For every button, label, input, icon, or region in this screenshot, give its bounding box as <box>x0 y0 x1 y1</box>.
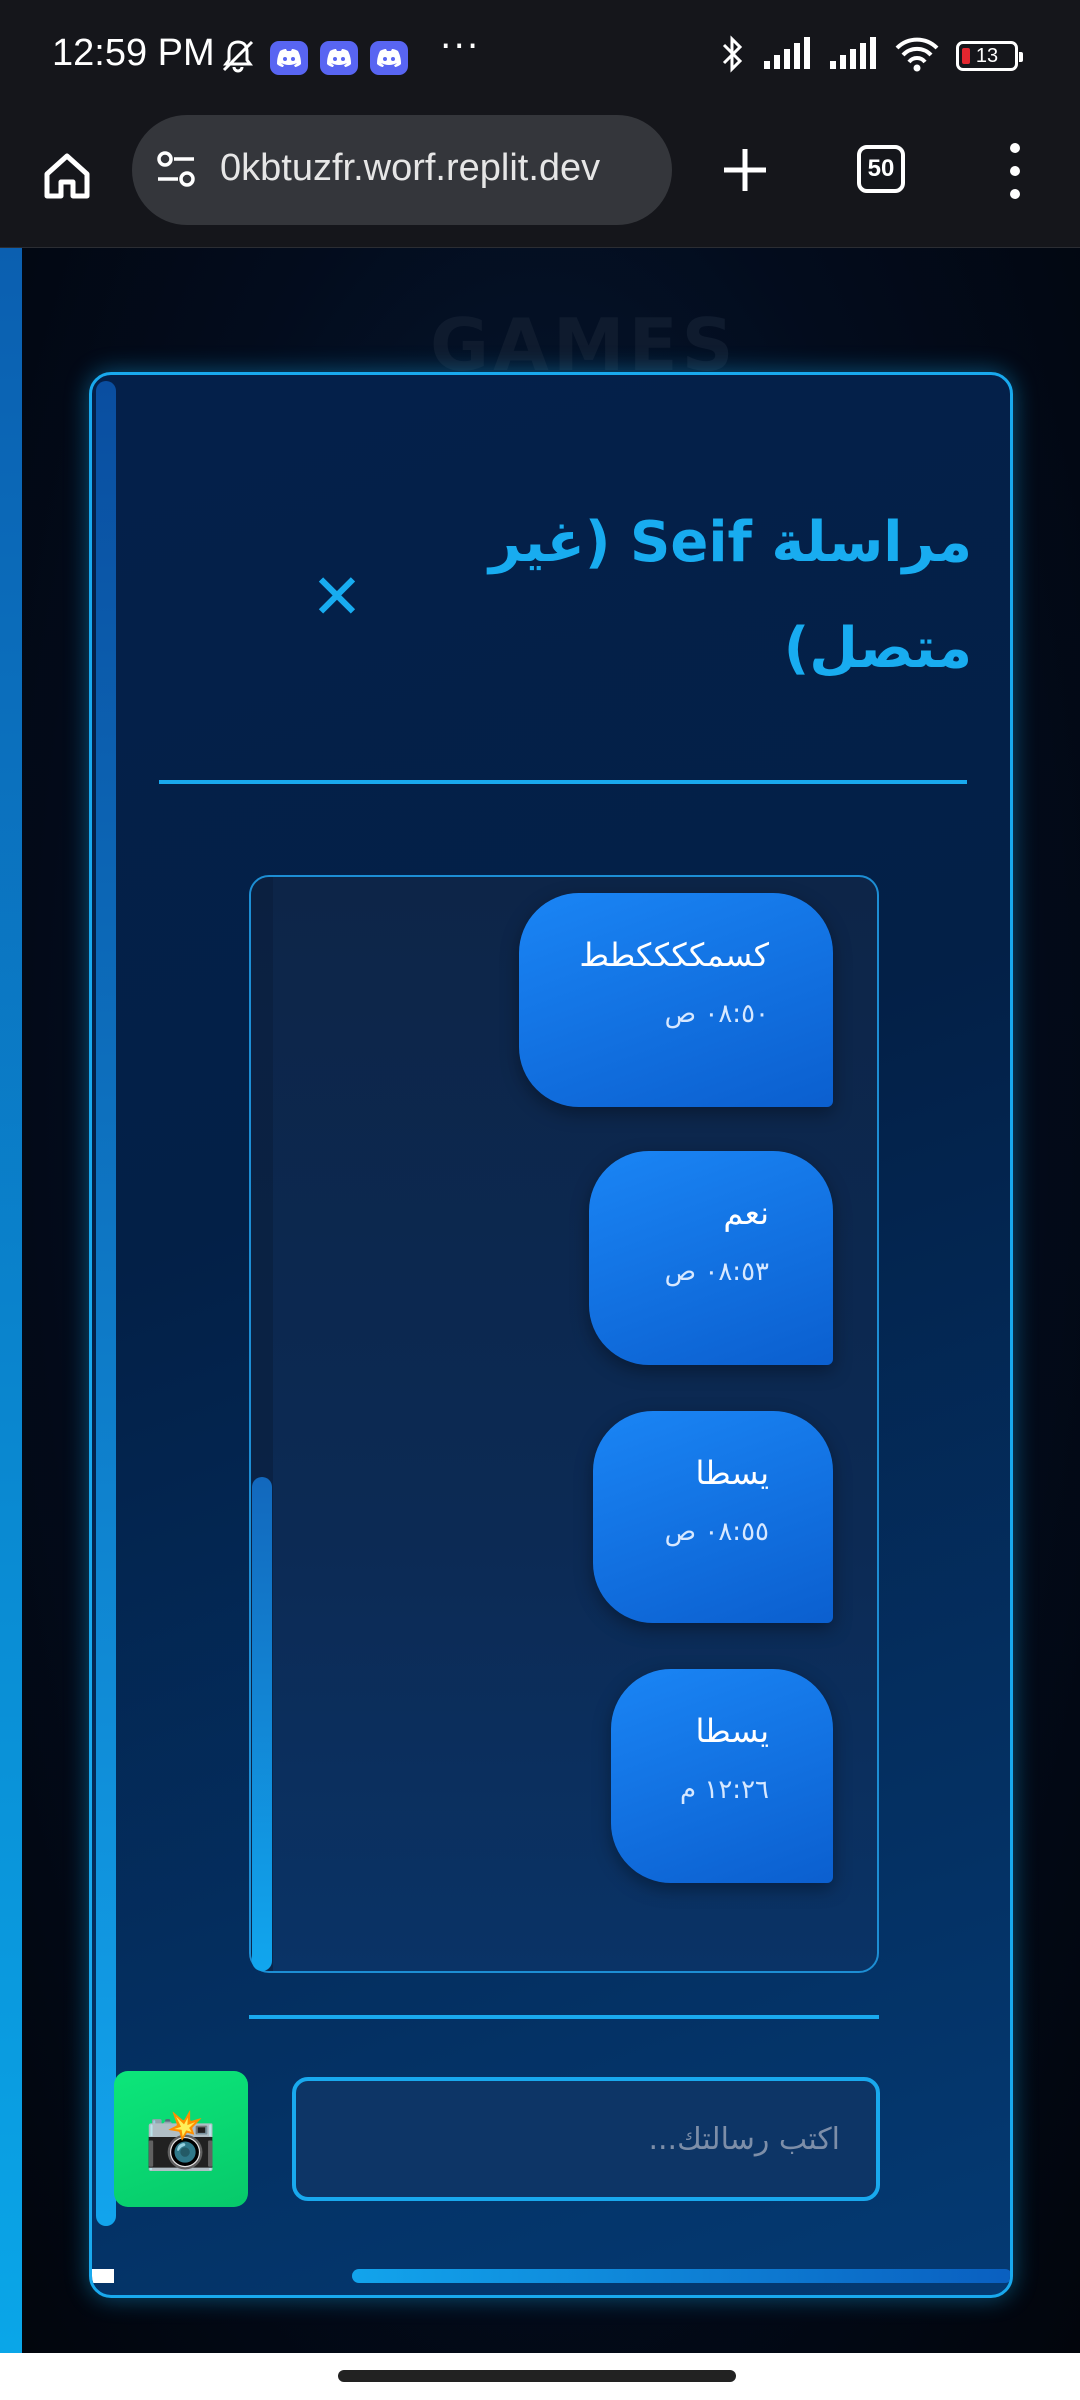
phone-screen: 12:59 PM ··· <box>0 0 1080 2400</box>
menu-dot <box>1010 189 1020 199</box>
discord-icon <box>370 41 408 75</box>
site-settings-icon[interactable] <box>154 149 198 193</box>
gesture-handle[interactable] <box>338 2370 736 2382</box>
url-text: ‎0kbtuzfr.worf.replit.dev <box>220 147 601 189</box>
plus-icon <box>724 149 766 191</box>
chat-title: مراسلة Seif (غير متصل) <box>488 510 972 681</box>
message-time: ٠٨:٥٠ ص <box>664 999 769 1029</box>
message-bubble: كسمككككطط ٠٨:٥٠ ص <box>519 893 833 1107</box>
discord-icon <box>270 41 308 75</box>
message-bubble: يسطا ١٢:٢٦ م <box>611 1669 833 1883</box>
message-text: يسطا <box>695 1454 769 1492</box>
discord-icon <box>320 41 358 75</box>
close-button[interactable]: ✕ <box>307 566 367 628</box>
message-time: ١٢:٢٦ م <box>680 1775 769 1805</box>
status-bar: 12:59 PM ··· 13 <box>0 0 1080 115</box>
notification-icons <box>218 36 408 80</box>
message-text: كسمككككطط <box>579 936 769 974</box>
more-notifications-icon: ··· <box>440 26 481 67</box>
signal-icon <box>762 37 812 75</box>
horizontal-scrollbar[interactable] <box>352 2269 1010 2283</box>
home-button[interactable] <box>32 141 102 211</box>
new-tab-button[interactable] <box>712 137 778 203</box>
divider <box>249 2015 879 2019</box>
messages-container[interactable]: كسمككككطط ٠٨:٥٠ ص نعم ٠٨:٥٣ ص يسطا ٠٨:٥٥… <box>249 875 879 1973</box>
system-icons: 13 <box>718 34 1023 78</box>
message-time: ٠٨:٥٣ ص <box>664 1257 769 1287</box>
message-bubble: يسطا ٠٨:٥٥ ص <box>593 1411 833 1623</box>
address-bar[interactable]: ‎0kbtuzfr.worf.replit.dev <box>132 115 672 225</box>
home-icon <box>44 153 90 199</box>
scroll-corner <box>92 2269 114 2283</box>
signal-icon <box>828 37 878 75</box>
camera-button[interactable]: 📸 <box>114 2071 248 2207</box>
page-scrollbar[interactable] <box>0 248 22 2353</box>
camera-icon: 📸 <box>144 2105 218 2173</box>
battery-indicator: 13 <box>956 41 1023 71</box>
modal-scrollbar[interactable] <box>96 381 116 2226</box>
browser-toolbar: ‎0kbtuzfr.worf.replit.dev 50 <box>0 115 1080 249</box>
message-bubble: نعم ٠٨:٥٣ ص <box>589 1151 833 1365</box>
navigation-bar <box>0 2353 1080 2400</box>
divider <box>159 780 967 784</box>
wifi-icon <box>894 36 940 76</box>
browser-menu-button[interactable] <box>1000 143 1030 199</box>
menu-dot <box>1010 166 1020 176</box>
message-text: نعم <box>723 1194 769 1232</box>
status-time: 12:59 PM <box>52 32 215 74</box>
message-text: يسطا <box>695 1712 769 1750</box>
web-page: GAMES مراسلة Seif (غير متصل) ✕ كسمككككطط… <box>0 248 1080 2353</box>
chat-modal: مراسلة Seif (غير متصل) ✕ كسمككككطط ٠٨:٥٠… <box>89 372 1013 2298</box>
messages-scrollbar-thumb[interactable] <box>252 1477 272 1971</box>
bluetooth-icon <box>718 34 746 78</box>
message-input[interactable] <box>292 2077 880 2201</box>
message-time: ٠٨:٥٥ ص <box>664 1517 769 1547</box>
menu-dot <box>1010 143 1020 153</box>
tab-switcher-button[interactable]: 50 <box>857 145 905 193</box>
mute-icon <box>218 36 258 80</box>
